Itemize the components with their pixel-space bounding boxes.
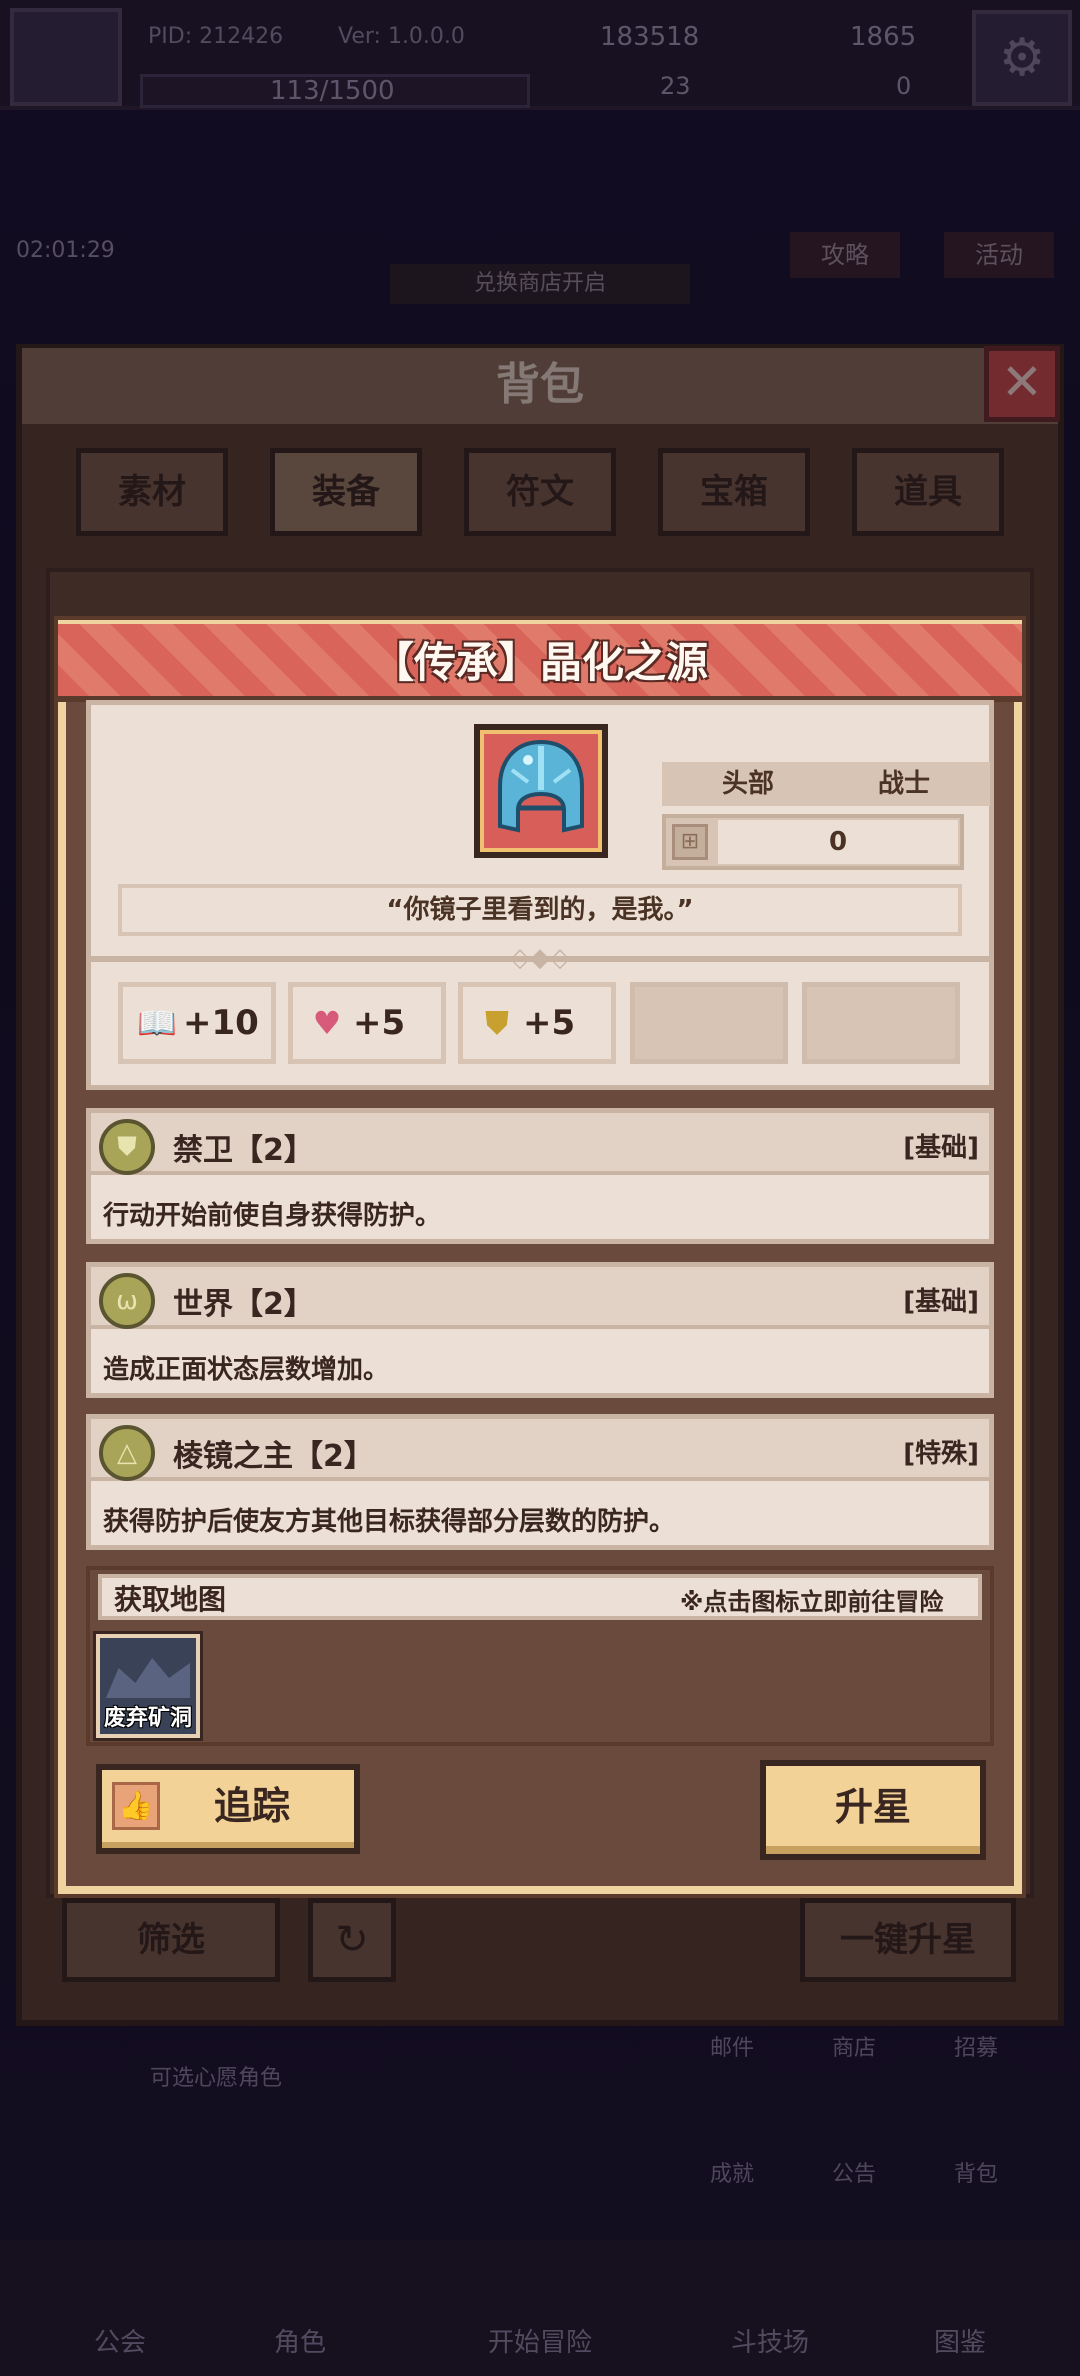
mail-button[interactable]: 邮件	[710, 2030, 754, 2062]
map-section-title: 获取地图	[114, 1583, 227, 1616]
map-name: 废弃矿洞	[103, 1706, 192, 1731]
shop-button[interactable]: 商店	[832, 2030, 876, 2062]
nav-arena[interactable]: 斗技场	[700, 2322, 840, 2359]
stat-empty-slot	[630, 982, 788, 1064]
skill-card: ⛊ 禁卫【2】 [基础] 行动开始前使自身获得防护。	[86, 1108, 994, 1244]
event-timer: 02:01:29	[16, 238, 115, 263]
token-b-value: 0	[896, 72, 912, 100]
skill-name: 世界【2】	[173, 1287, 314, 1322]
thumbs-up-icon: 👍	[112, 1782, 160, 1830]
skill-name: 禁卫【2】	[173, 1133, 314, 1168]
recruit-button[interactable]: 招募	[954, 2030, 998, 2062]
stat-empty-slot	[802, 982, 960, 1064]
gold-value: 183518	[600, 22, 700, 52]
stat-value: +5	[523, 1003, 576, 1043]
skill-card: ω 世界【2】 [基础] 造成正面状态层数增加。	[86, 1262, 994, 1398]
upgrade-star-button[interactable]: 升星	[760, 1760, 986, 1860]
event-button[interactable]: 活动	[944, 232, 1054, 278]
class-tag: 战士	[818, 762, 990, 806]
player-id: PID: 212426	[148, 24, 284, 49]
world-icon: ω	[99, 1273, 155, 1329]
version-label: Ver: 1.0.0.0	[338, 24, 465, 49]
skill-card: △ 棱镜之主【2】 [特殊] 获得防护后使友方其他目标获得部分层数的防护。	[86, 1414, 994, 1550]
shield-icon: ⛊	[484, 1004, 509, 1042]
shop-banner[interactable]: 兑换商店开启	[390, 264, 690, 304]
item-title: 【传承】晶化之源	[371, 638, 708, 687]
achievement-button[interactable]: 成就	[710, 2156, 754, 2188]
guard-shield-icon: ⛊	[99, 1119, 155, 1175]
skill-description: 造成正面状态层数增加。	[103, 1355, 390, 1385]
skill-name: 棱镜之主【2】	[173, 1439, 374, 1474]
bag-button[interactable]: 背包	[954, 2156, 998, 2188]
star-level-icon: ⊞	[672, 824, 708, 860]
divider-ornament: ◇◆◇	[510, 943, 570, 973]
nav-guild[interactable]: 公会	[50, 2322, 190, 2359]
skill-header: ω 世界【2】 [基础]	[91, 1267, 989, 1329]
heart-icon: ♥	[312, 1004, 342, 1042]
skill-type: [特殊]	[903, 1439, 979, 1469]
star-level-value: 0	[718, 820, 958, 864]
crystal-helmet-icon	[474, 724, 608, 858]
prism-icon: △	[99, 1425, 155, 1481]
guide-button[interactable]: 攻略	[790, 232, 900, 278]
skill-description: 行动开始前使自身获得防护。	[103, 1201, 442, 1231]
stat-intellect: 📖 +10	[118, 982, 276, 1064]
energy-value: 113/1500	[270, 76, 395, 106]
notice-button[interactable]: 公告	[832, 2156, 876, 2188]
slot-tag: 头部	[662, 762, 834, 806]
skill-header: △ 棱镜之主【2】 [特殊]	[91, 1419, 989, 1481]
track-button[interactable]: 👍 追踪	[96, 1764, 360, 1854]
player-avatar[interactable]	[10, 8, 122, 106]
wish-hint: 可选心愿角色	[150, 2066, 283, 2091]
skill-type: [基础]	[903, 1133, 979, 1163]
item-quote: “你镜子里看到的，是我。”	[118, 884, 962, 936]
nav-start-adventure[interactable]: 开始冒险	[450, 2322, 630, 2359]
map-section-hint: ※点击图标立即前往冒险	[680, 1588, 944, 1616]
book-icon: 📖	[137, 1004, 177, 1042]
settings-gear-icon[interactable]: ⚙	[972, 10, 1072, 106]
stat-defense: ⛊ +5	[458, 982, 616, 1064]
stat-health: ♥ +5	[288, 982, 446, 1064]
nav-character[interactable]: 角色	[230, 2322, 370, 2359]
skill-description: 获得防护后使友方其他目标获得部分层数的防护。	[103, 1507, 676, 1537]
track-label: 追踪	[213, 1784, 290, 1828]
skill-type: [基础]	[903, 1287, 979, 1317]
stat-value: +10	[183, 1003, 259, 1043]
nav-codex[interactable]: 图鉴	[890, 2322, 1030, 2359]
map-tile[interactable]: 废弃矿洞	[96, 1634, 200, 1738]
skill-header: ⛊ 禁卫【2】 [基础]	[91, 1113, 989, 1175]
stat-value: +5	[353, 1003, 406, 1043]
gem-value: 1865	[850, 22, 917, 52]
token-a-value: 23	[660, 72, 691, 100]
cave-icon	[106, 1658, 190, 1698]
